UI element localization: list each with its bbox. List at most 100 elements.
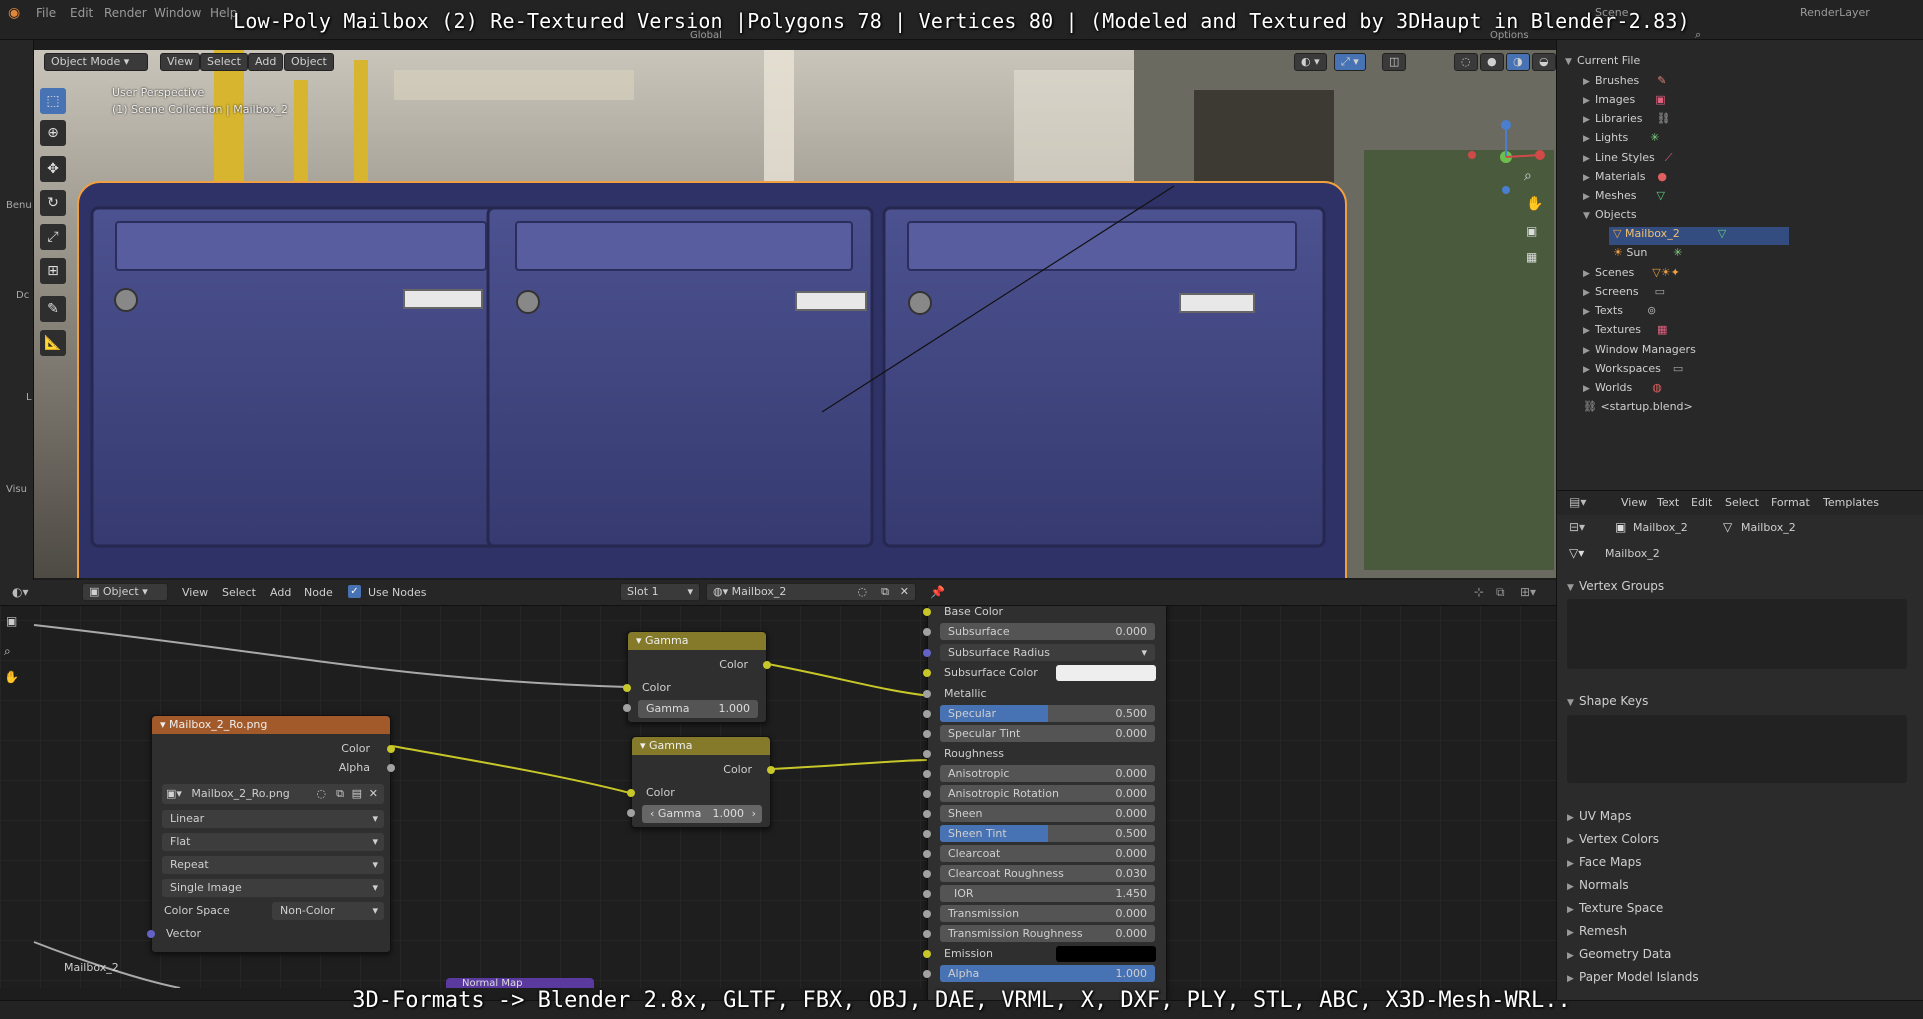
outliner-item-meshes[interactable]: ▶ Meshes ▽ <box>1583 189 1665 207</box>
outliner-item-screens[interactable]: ▶ Screens ▭ <box>1583 285 1665 303</box>
props-menu-edit[interactable]: Edit <box>1691 496 1712 509</box>
clearcoat-field[interactable]: Clearcoat 0.000 <box>940 845 1155 862</box>
expand-arrow-icon[interactable]: ▼ <box>1565 57 1577 67</box>
viewport-menu-object[interactable]: Object <box>284 53 334 71</box>
specular-tint-socket[interactable] <box>923 730 931 738</box>
chevron-left-icon[interactable]: ‹ <box>650 807 658 820</box>
expand-arrow-icon[interactable]: ▶ <box>1583 307 1595 317</box>
context-mesh-name[interactable]: Mailbox_2 <box>1741 521 1796 534</box>
subsurface-color-swatch[interactable] <box>1056 665 1156 681</box>
collapse-arrow-icon[interactable]: ▾ <box>636 634 645 647</box>
outliner-item-line-styles[interactable]: ▶ Line Styles ⟋ <box>1583 151 1672 169</box>
out-color-socket[interactable] <box>387 745 395 753</box>
pan-hand-icon[interactable]: ✋ <box>1526 196 1543 212</box>
outliner-root[interactable]: ▼ Current File <box>1565 54 1640 72</box>
open-folder-icon[interactable]: ▤ <box>352 784 362 804</box>
clearcoat-socket[interactable] <box>923 850 931 858</box>
close-icon[interactable]: ✕ <box>900 584 909 600</box>
expand-arrow-icon[interactable]: ▶ <box>1583 365 1595 375</box>
expand-arrow-icon[interactable]: ▶ <box>1583 77 1595 87</box>
outliner-object-sun[interactable]: ☀ Sun ✳ <box>1613 246 1683 264</box>
shader-node-editor[interactable]: ▣ ⌕ ✋ Mailbox_2 ▾ Mailbox_2_Ro.png Color… <box>0 580 1556 1008</box>
section-paper-model-islands[interactable]: ▶ Paper Model Islands <box>1567 970 1699 984</box>
clearcoat-roughness-field[interactable]: Clearcoat Roughness 0.030 <box>940 865 1155 882</box>
outliner-item-objects[interactable]: ▼ Objects <box>1583 208 1637 226</box>
node-menu-select[interactable]: Select <box>222 586 256 599</box>
normal-map-node[interactable]: Normal Map <box>446 978 594 988</box>
section-vertex-groups[interactable]: ▼ Vertex Groups <box>1567 579 1664 593</box>
bsdf-metallic[interactable]: Metallic <box>923 685 1168 703</box>
anisotropic-field[interactable]: Anisotropic 0.000 <box>940 765 1155 782</box>
transmission-roughness-field[interactable]: Transmission Roughness 0.000 <box>940 925 1155 942</box>
expand-arrow-icon[interactable]: ▶ <box>1583 96 1595 106</box>
bsdf-sheen[interactable]: Sheen 0.000 <box>923 805 1168 823</box>
subsurface-color-socket[interactable] <box>923 669 931 677</box>
anisotropic-socket[interactable] <box>923 770 931 778</box>
expand-arrow-icon[interactable]: ▶ <box>1583 346 1595 356</box>
ior-socket[interactable] <box>923 890 931 898</box>
overlay-toggle[interactable]: ◐ ▾ <box>1294 53 1327 71</box>
collapse-arrow-icon[interactable]: ▼ <box>1583 211 1595 221</box>
outliner-startup-file[interactable]: ⛓ <startup.blend> <box>1583 400 1693 418</box>
bsdf-roughness[interactable]: Roughness <box>923 745 1168 763</box>
outliner-item-workspaces[interactable]: ▶ Workspaces ▭ <box>1583 362 1683 380</box>
vector-socket[interactable] <box>147 930 155 938</box>
bsdf-specular-tint[interactable]: Specular Tint 0.000 <box>923 725 1168 743</box>
viewport-menu-add[interactable]: Add <box>248 53 284 71</box>
bsdf-subsurface-radius[interactable]: Subsurface Radius ▾ <box>923 644 1168 662</box>
outliner-item-libraries[interactable]: ▶ Libraries ⛓ <box>1583 112 1670 130</box>
ior-field[interactable]: IOR 1.450 <box>940 885 1155 902</box>
3d-viewport[interactable]: User Perspective (1) Scene Collection | … <box>34 50 1556 578</box>
move-tool-icon[interactable]: ✥ <box>40 156 66 182</box>
bsdf-transmission-roughness[interactable]: Transmission Roughness 0.000 <box>923 925 1168 943</box>
roughness-socket[interactable] <box>923 750 931 758</box>
alpha-slider[interactable]: Alpha 1.000 <box>940 965 1155 982</box>
gamma-out-socket[interactable] <box>767 766 775 774</box>
transmission-socket[interactable] <box>923 910 931 918</box>
source-select[interactable]: Single Image ▾ <box>162 879 384 897</box>
section-face-maps[interactable]: ▶ Face Maps <box>1567 855 1642 869</box>
props-menu-select[interactable]: Select <box>1725 496 1759 509</box>
projection-select[interactable]: Flat ▾ <box>162 833 384 851</box>
slot-select[interactable]: Slot 1 ▾ <box>620 583 700 601</box>
use-nodes-checkbox[interactable]: ✓ <box>348 585 361 598</box>
props-menu-format[interactable]: Format <box>1771 496 1810 509</box>
bsdf-anisotropic-rotation[interactable]: Anisotropic Rotation 0.000 <box>923 785 1168 803</box>
pan-hand-icon[interactable]: ✋ <box>4 670 19 684</box>
image-texture-node-header[interactable]: ▾ Mailbox_2_Ro.png <box>152 716 390 734</box>
subsurface-radius-socket[interactable] <box>923 649 931 657</box>
expand-arrow-icon[interactable]: ▶ <box>1583 269 1595 279</box>
data-name-field[interactable]: ▽▾ Mailbox_2 <box>1557 543 1923 565</box>
context-object-name[interactable]: Mailbox_2 <box>1633 521 1688 534</box>
props-menu-text[interactable]: Text <box>1657 496 1679 509</box>
gamma-out-socket[interactable] <box>763 661 771 669</box>
expand-arrow-icon[interactable]: ▶ <box>1583 384 1595 394</box>
image-browse-icon[interactable]: ▣▾ <box>166 787 182 800</box>
close-icon[interactable]: ✕ <box>369 784 378 804</box>
fake-user-icon[interactable]: ◌ <box>316 784 326 804</box>
gamma-node-2-header[interactable]: ▾ Gamma <box>632 737 770 755</box>
camera-view-icon[interactable]: ▣ <box>1526 224 1537 238</box>
bsdf-clearcoat[interactable]: Clearcoat 0.000 <box>923 845 1168 863</box>
xray-toggle[interactable]: ◫ <box>1382 53 1407 71</box>
zoom-icon[interactable]: ⌕ <box>4 644 11 659</box>
gamma-node-1[interactable]: ▾ Gamma Color Color Gamma 1.000 <box>623 631 771 723</box>
node-menu-add[interactable]: Add <box>270 586 291 599</box>
bsdf-clearcoat-roughness[interactable]: Clearcoat Roughness 0.030 <box>923 865 1168 883</box>
anisotropic-rotation-socket[interactable] <box>923 790 931 798</box>
outliner-item-worlds[interactable]: ▶ Worlds ◍ <box>1583 381 1662 399</box>
transmission-roughness-socket[interactable] <box>923 930 931 938</box>
collapse-arrow-icon[interactable]: ▾ <box>640 739 649 752</box>
base-color-socket[interactable] <box>923 608 931 616</box>
bsdf-specular[interactable]: Specular 0.500 <box>923 705 1168 723</box>
outliner-item-textures[interactable]: ▶ Textures ▦ <box>1583 323 1667 341</box>
snap-icon[interactable]: ⊹ <box>1474 585 1484 599</box>
image-selector[interactable]: ▣▾ Mailbox_2_Ro.png ◌ ⧉ ▤ ✕ <box>162 784 384 804</box>
left-tool-icon[interactable]: ▣ <box>6 614 17 628</box>
pin-icon[interactable]: 📌 <box>930 585 945 599</box>
shading-solid-button[interactable]: ● <box>1480 53 1504 71</box>
shading-material-button[interactable]: ◑ <box>1506 53 1530 71</box>
editor-type-icon[interactable]: ◐▾ <box>12 585 29 599</box>
bsdf-subsurface[interactable]: Subsurface 0.000 <box>923 623 1168 641</box>
specular-socket[interactable] <box>923 710 931 718</box>
